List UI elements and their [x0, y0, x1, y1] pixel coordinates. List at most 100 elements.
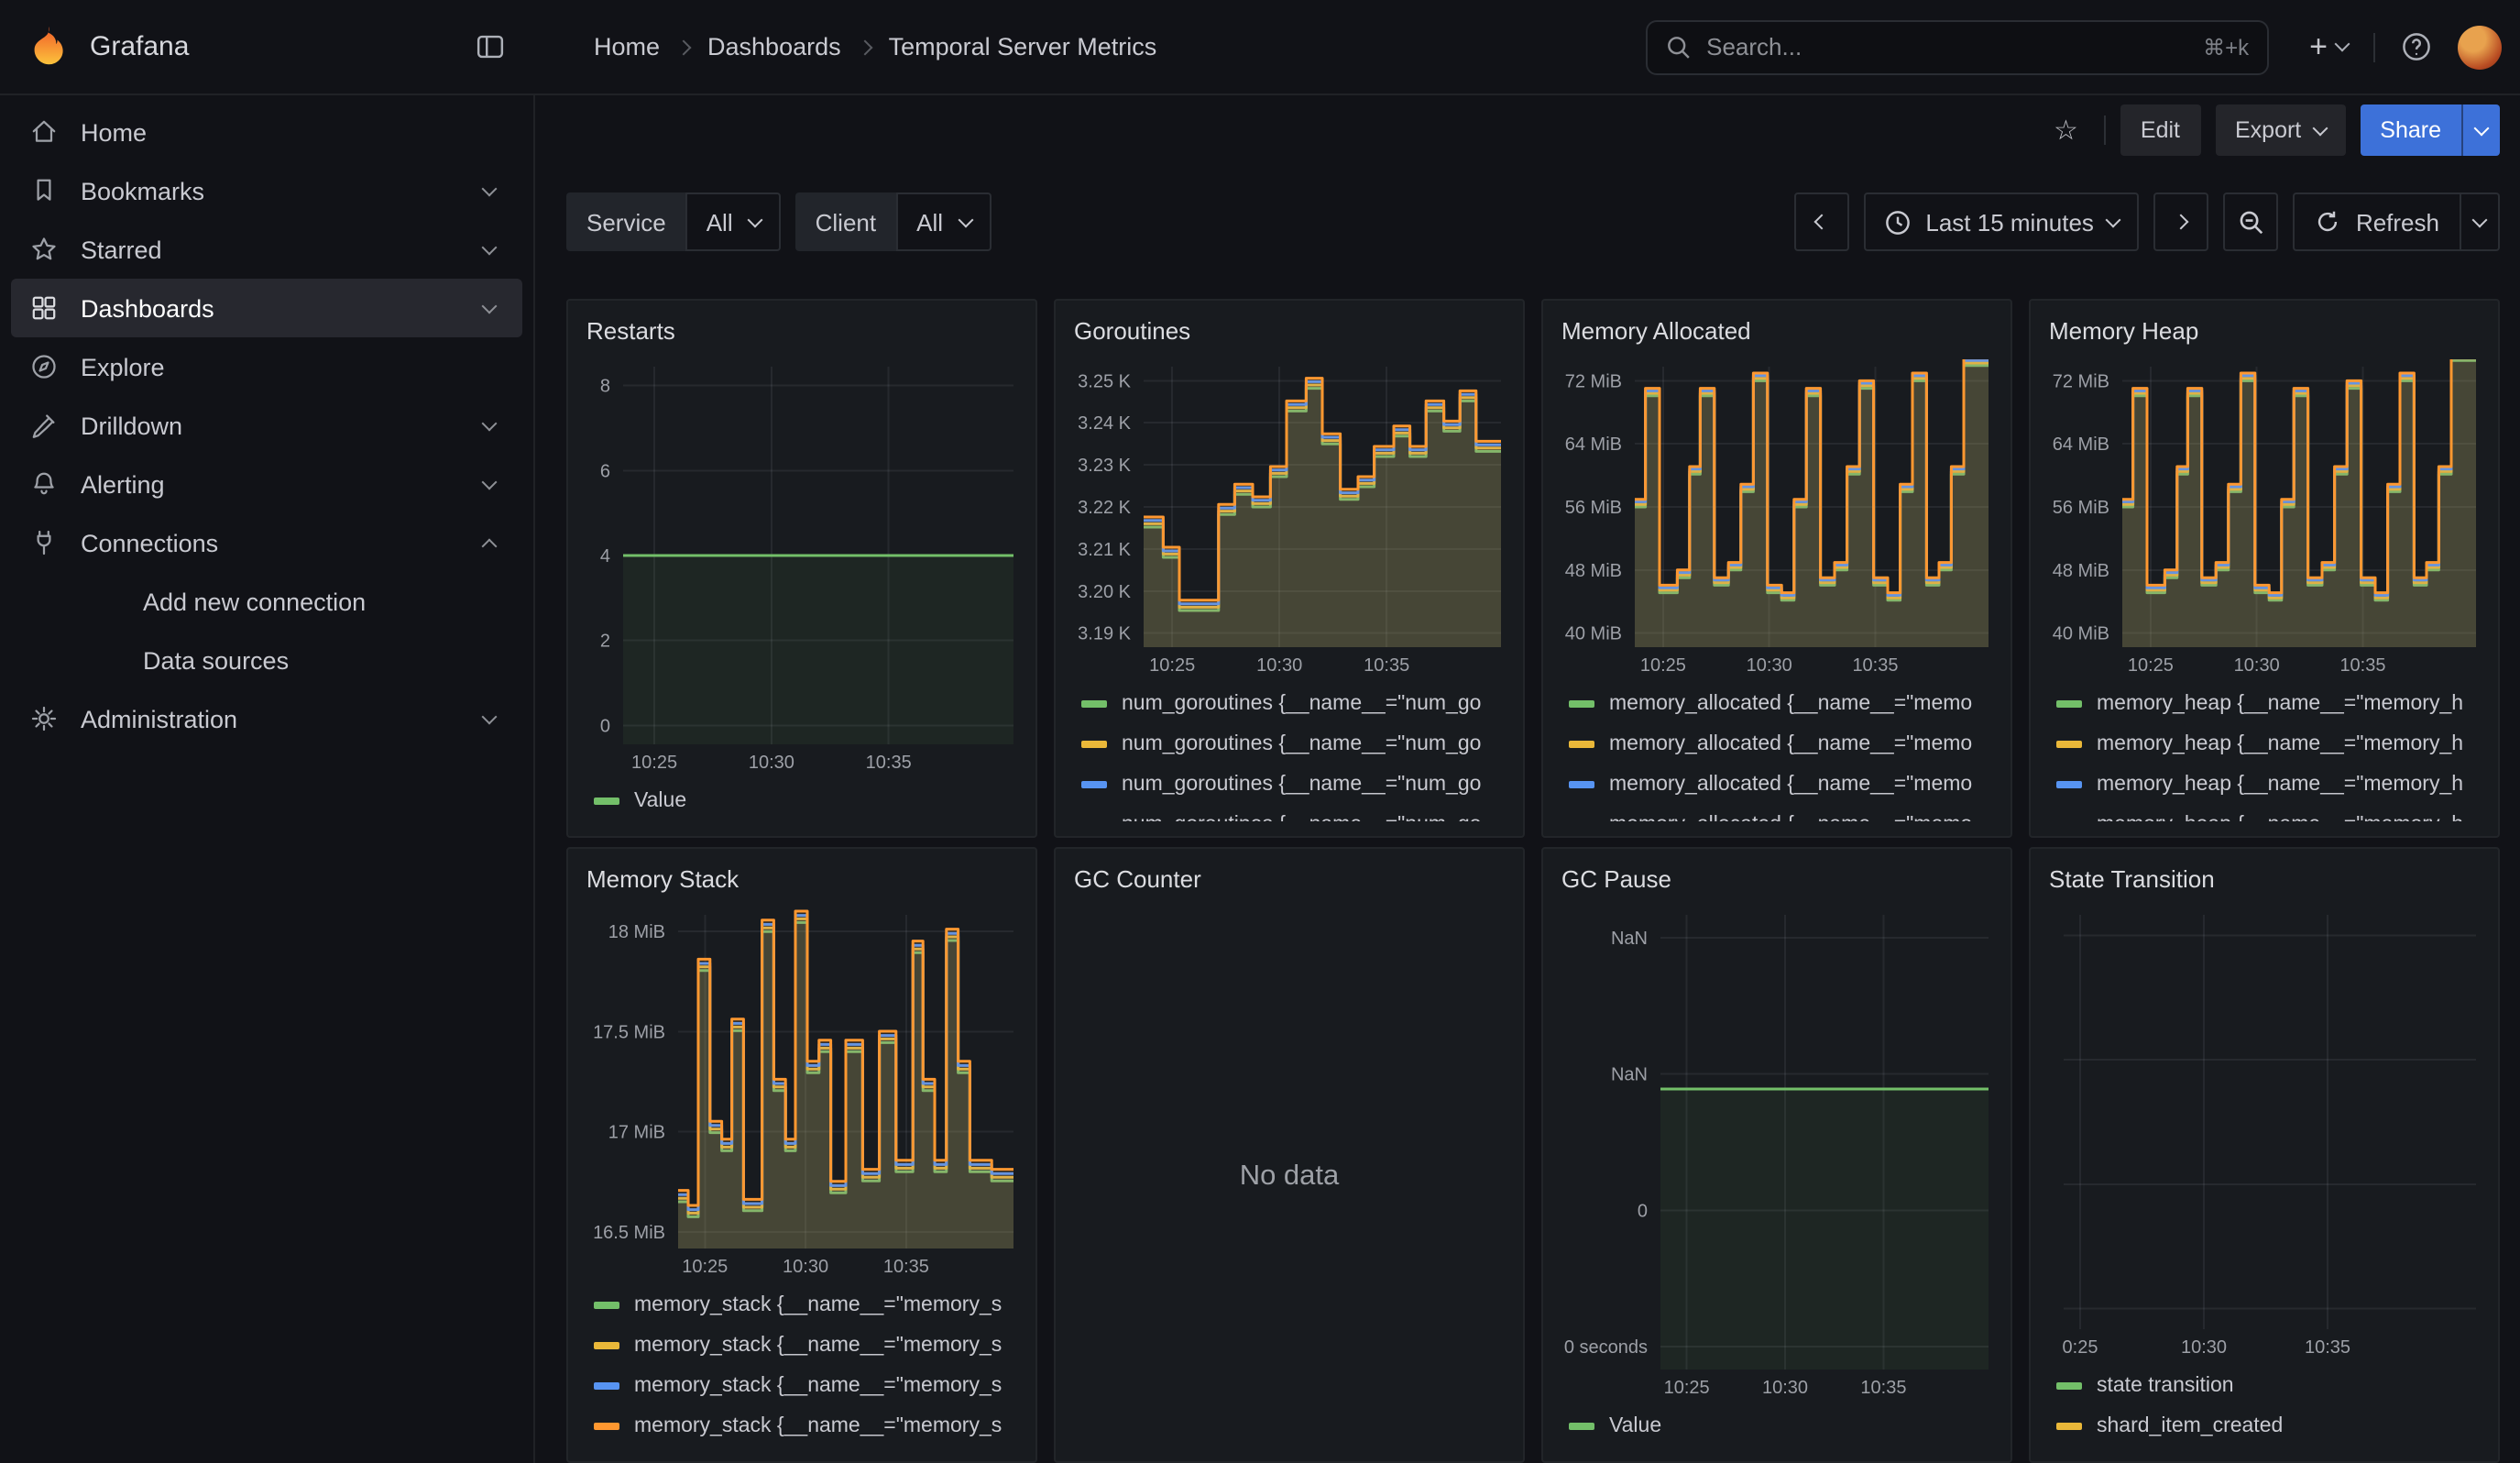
- sidebar-item-home[interactable]: Home: [11, 103, 522, 161]
- svg-text:40 MiB: 40 MiB: [2053, 624, 2109, 644]
- help-button[interactable]: [2394, 24, 2439, 70]
- chart-plot[interactable]: 72 MiB64 MiB56 MiB48 MiB40 MiB10:2510:30…: [1558, 359, 1996, 678]
- export-button[interactable]: Export: [2215, 104, 2345, 156]
- legend-item[interactable]: memory_heap {__name__="memory_h: [2056, 724, 2480, 764]
- chart-plot[interactable]: 3.25 K3.24 K3.23 K3.22 K3.21 K3.20 K3.19…: [1070, 359, 1508, 678]
- panel-title[interactable]: Memory Allocated: [1558, 315, 1996, 359]
- svg-text:10:35: 10:35: [2339, 655, 2385, 676]
- svg-text:10:25: 10:25: [1664, 1378, 1710, 1398]
- star-dashboard-button[interactable]: ☆: [2043, 113, 2089, 148]
- sidebar-item-dashboards[interactable]: Dashboards: [11, 279, 522, 337]
- add-new-button[interactable]: +: [2302, 24, 2355, 70]
- chart-legend: memory_allocated {__name__="memomemory_a…: [1558, 678, 1996, 821]
- user-avatar[interactable]: [2458, 25, 2502, 69]
- legend-item[interactable]: num_goroutines {__name__="num_go: [1081, 724, 1505, 764]
- legend-item[interactable]: memory_stack {__name__="memory_s: [594, 1285, 1017, 1326]
- panel-title[interactable]: Restarts: [583, 315, 1021, 359]
- edit-button[interactable]: Edit: [2120, 104, 2200, 156]
- dock-menu-button[interactable]: [467, 24, 513, 70]
- legend-item[interactable]: Value: [594, 781, 1017, 821]
- chevron-up-icon[interactable]: [482, 538, 498, 554]
- sidebar-item-label: Home: [81, 118, 504, 146]
- sidebar-item-connections[interactable]: Connections: [11, 513, 522, 572]
- legend-item[interactable]: memory_stack {__name__="memory_s: [594, 1326, 1017, 1366]
- time-shift-back-button[interactable]: [1793, 192, 1848, 251]
- sidebar-item-explore[interactable]: Explore: [11, 337, 522, 396]
- panel-title[interactable]: GC Pause: [1558, 864, 1996, 908]
- share-dropdown-button[interactable]: [2461, 104, 2500, 156]
- svg-text:10:25: 10:25: [2128, 655, 2174, 676]
- chart-plot[interactable]: NaNNaN00 seconds10:2510:3010:35: [1558, 908, 1996, 1401]
- legend-item[interactable]: state transition: [2056, 1366, 2480, 1406]
- sidebar-item-add-new-connection[interactable]: Add new connection: [11, 572, 522, 631]
- panel-title[interactable]: Memory Stack: [583, 864, 1021, 908]
- legend-item[interactable]: num_goroutines {__name__="num_go: [1081, 764, 1505, 805]
- chart-plot[interactable]: 18 MiB17.5 MiB17 MiB16.5 MiB10:2510:3010…: [583, 908, 1021, 1280]
- panel-body: 0:2510:3010:35 state transitionshard_ite…: [2045, 908, 2483, 1446]
- legend-label: memory_allocated {__name__="memo: [1609, 774, 1972, 796]
- legend-item[interactable]: num_goroutines {__name__="num_go: [1081, 805, 1505, 821]
- variable-client-value[interactable]: All: [896, 192, 991, 251]
- chart-plot[interactable]: 8642010:2510:3010:35: [583, 359, 1021, 776]
- legend-item[interactable]: memory_allocated {__name__="memo: [1569, 684, 1992, 724]
- chevron-down-icon[interactable]: [482, 415, 498, 431]
- legend-item[interactable]: memory_stack {__name__="memory_s: [594, 1366, 1017, 1406]
- chart-plot[interactable]: 0:2510:3010:35: [2045, 908, 2483, 1360]
- legend-label: memory_heap {__name__="memory_h: [2097, 774, 2463, 796]
- legend-item[interactable]: memory_heap {__name__="memory_h: [2056, 805, 2480, 821]
- chevron-down-icon[interactable]: [482, 239, 498, 255]
- variable-label: Service: [566, 192, 686, 251]
- legend-item[interactable]: shard_item_created: [2056, 1406, 2480, 1446]
- svg-text:48 MiB: 48 MiB: [2053, 561, 2109, 581]
- legend-item[interactable]: memory_heap {__name__="memory_h: [2056, 684, 2480, 724]
- svg-text:17 MiB: 17 MiB: [608, 1123, 665, 1143]
- time-range-picker[interactable]: Last 15 minutes: [1863, 192, 2140, 251]
- svg-text:3.24 K: 3.24 K: [1078, 413, 1131, 434]
- brand[interactable]: Grafana: [26, 24, 189, 70]
- zoom-out-button[interactable]: [2224, 192, 2279, 251]
- panel-title[interactable]: Goroutines: [1070, 315, 1508, 359]
- sidebar-item-data-sources[interactable]: Data sources: [11, 631, 522, 689]
- chevron-down-icon[interactable]: [482, 181, 498, 196]
- svg-text:6: 6: [600, 461, 610, 481]
- refresh-interval-dropdown[interactable]: [2460, 194, 2498, 249]
- sidebar-item-administration[interactable]: Administration: [11, 689, 522, 748]
- chevron-down-icon[interactable]: [482, 298, 498, 314]
- sidebar-item-starred[interactable]: Starred: [11, 220, 522, 279]
- variable-value-text: All: [707, 208, 733, 236]
- variable-label: Client: [795, 192, 897, 251]
- svg-text:3.23 K: 3.23 K: [1078, 456, 1131, 476]
- share-button[interactable]: Share: [2360, 104, 2461, 156]
- panel-title[interactable]: State Transition: [2045, 864, 2483, 908]
- refresh-button[interactable]: Refresh: [2295, 194, 2460, 249]
- search-input[interactable]: [1706, 33, 2188, 60]
- dashboard-panel: Memory Stack 18 MiB17.5 MiB17 MiB16.5 Mi…: [566, 847, 1037, 1463]
- legend-item[interactable]: num_goroutines {__name__="num_go: [1081, 684, 1505, 724]
- connections-icon: [29, 528, 59, 557]
- legend-item[interactable]: memory_allocated {__name__="memo: [1569, 764, 1992, 805]
- breadcrumb-dashboards[interactable]: Dashboards: [707, 33, 841, 60]
- panel-row: Memory Stack 18 MiB17.5 MiB17 MiB16.5 Mi…: [566, 847, 2500, 1463]
- chevron-down-icon: [2335, 37, 2350, 52]
- dashboard-toolbar: ☆ Edit Export Share: [535, 95, 2520, 156]
- variable-service-value[interactable]: All: [686, 192, 781, 251]
- panel-title[interactable]: Memory Heap: [2045, 315, 2483, 359]
- legend-item[interactable]: memory_allocated {__name__="memo: [1569, 724, 1992, 764]
- legend-item[interactable]: Value: [1569, 1406, 1992, 1446]
- breadcrumb-home[interactable]: Home: [594, 33, 660, 60]
- sidebar-item-alerting[interactable]: Alerting: [11, 455, 522, 513]
- panel-title[interactable]: GC Counter: [1070, 864, 1508, 908]
- chevron-down-icon[interactable]: [482, 474, 498, 490]
- legend-item[interactable]: memory_stack {__name__="memory_s: [594, 1406, 1017, 1446]
- sidebar-item-bookmarks[interactable]: Bookmarks: [11, 161, 522, 220]
- time-shift-forward-button[interactable]: [2154, 192, 2209, 251]
- sidebar-item-drilldown[interactable]: Drilldown: [11, 396, 522, 455]
- svg-text:72 MiB: 72 MiB: [1565, 371, 1622, 391]
- chart-legend: memory_stack {__name__="memory_smemory_s…: [583, 1280, 1021, 1446]
- legend-item[interactable]: memory_allocated {__name__="memo: [1569, 805, 1992, 821]
- search-box[interactable]: ⌘+k: [1646, 19, 2269, 74]
- legend-item[interactable]: memory_heap {__name__="memory_h: [2056, 764, 2480, 805]
- chart-plot[interactable]: 72 MiB64 MiB56 MiB48 MiB40 MiB10:2510:30…: [2045, 359, 2483, 678]
- svg-text:10:35: 10:35: [1852, 655, 1898, 676]
- chevron-down-icon[interactable]: [482, 709, 498, 724]
